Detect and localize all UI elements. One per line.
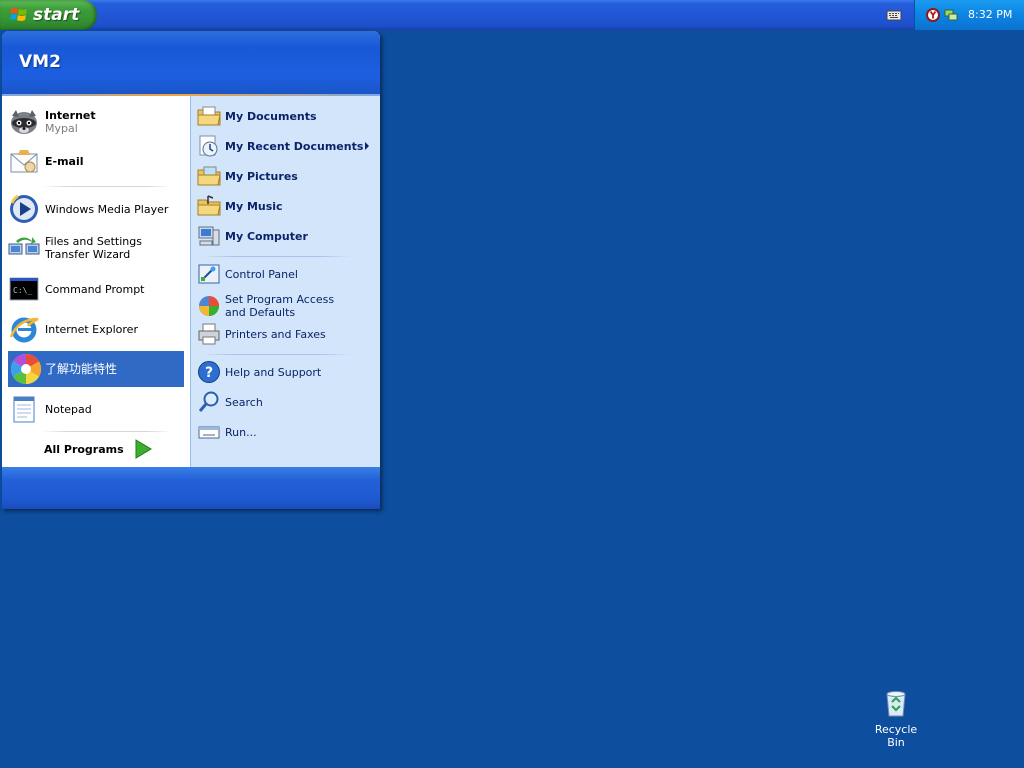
- media-player-label: Windows Media Player: [45, 202, 169, 216]
- recycle-bin[interactable]: Recycle Bin: [866, 688, 926, 749]
- notepad-icon: [13, 396, 35, 423]
- notepad-label: Notepad: [45, 402, 92, 416]
- network-icon[interactable]: [943, 7, 959, 23]
- system-tray: 8:32 PM: [914, 0, 1024, 30]
- start-menu: VM2 Internet Mypal E-mail Windows Media …: [2, 31, 380, 509]
- arrow-right-icon: [135, 439, 152, 459]
- features-tour-label: 了解功能特性: [45, 361, 118, 376]
- left-pane: Internet Mypal E-mail Windows Media Play…: [2, 96, 190, 467]
- run-label: Run...: [225, 425, 257, 439]
- svg-text:?: ?: [205, 365, 213, 381]
- recent-item-media-player[interactable]: Windows Media Player: [8, 192, 184, 226]
- place-my-recent-documents[interactable]: My Recent Documents: [197, 133, 372, 159]
- start-label: start: [33, 5, 80, 25]
- internet-explorer-label: Internet Explorer: [45, 322, 138, 336]
- my-computer-label: My Computer: [225, 229, 308, 243]
- recent-item-internet-explorer[interactable]: Internet Explorer: [8, 312, 184, 346]
- my-documents-label: My Documents: [225, 109, 317, 123]
- program-access-icon: [199, 296, 219, 316]
- place-my-music[interactable]: My Music: [197, 193, 372, 219]
- place-my-pictures[interactable]: My Pictures: [197, 163, 372, 189]
- internet-explorer-icon: [9, 317, 39, 343]
- all-programs-label: All Programs: [44, 442, 124, 456]
- raccoon-browser-icon: [11, 110, 37, 134]
- transfer-wizard-label: Files and Settings Transfer Wizard: [45, 235, 142, 261]
- control-panel-label: Control Panel: [225, 267, 298, 281]
- clock[interactable]: 8:32 PM: [968, 8, 1012, 21]
- my-recent-documents-label: My Recent Documents: [225, 139, 364, 153]
- internet-sublabel: Mypal: [45, 122, 78, 135]
- internet-label: Internet: [45, 109, 96, 122]
- left-separator-bottom: [42, 431, 172, 432]
- search-icon: [198, 391, 219, 412]
- program-access-label: Set Program Access and Defaults: [225, 293, 335, 319]
- run-icon: [198, 426, 220, 439]
- right-separator-2: [202, 354, 352, 355]
- my-computer-icon: [198, 226, 220, 246]
- recent-item-notepad[interactable]: Notepad: [8, 392, 184, 426]
- recycle-bin-icon: [886, 691, 906, 717]
- keyboard-icon[interactable]: [886, 8, 902, 22]
- recent-item-command-prompt[interactable]: C:\_ Command Prompt: [8, 272, 184, 306]
- search-item[interactable]: Search: [197, 389, 372, 415]
- search-label: Search: [225, 395, 263, 409]
- submenu-arrow-icon: [365, 142, 369, 150]
- user-name: VM2: [19, 52, 61, 72]
- antivirus-icon[interactable]: [925, 7, 941, 23]
- settings-program-access[interactable]: Set Program Access and Defaults: [197, 291, 372, 321]
- my-documents-icon: [197, 106, 221, 126]
- left-separator: [42, 186, 172, 187]
- all-programs-button[interactable]: All Programs: [44, 436, 164, 462]
- place-my-computer[interactable]: My Computer: [197, 223, 372, 249]
- pinned-item-internet[interactable]: Internet Mypal: [8, 104, 184, 140]
- place-my-documents[interactable]: My Documents: [197, 103, 372, 129]
- recent-documents-icon: [199, 135, 218, 157]
- settings-printers[interactable]: Printers and Faxes: [197, 321, 372, 347]
- pinned-item-email[interactable]: E-mail: [8, 144, 184, 178]
- printers-label: Printers and Faxes: [225, 327, 326, 341]
- help-and-support[interactable]: ? Help and Support: [197, 359, 372, 385]
- control-panel-icon: [198, 264, 220, 284]
- help-icon: ?: [198, 361, 220, 383]
- svg-text:C:\_: C:\_: [13, 286, 32, 295]
- printers-icon: [198, 323, 220, 345]
- settings-control-panel[interactable]: Control Panel: [197, 261, 372, 287]
- right-separator-1: [202, 256, 352, 257]
- run-item[interactable]: Run...: [197, 419, 372, 445]
- my-pictures-label: My Pictures: [225, 169, 298, 183]
- transfer-wizard-icon: [8, 237, 40, 255]
- taskbar: start 8:32 PM: [0, 0, 1024, 30]
- recycle-bin-label: Recycle Bin: [874, 723, 918, 749]
- media-player-icon: [10, 194, 38, 223]
- email-icon: [10, 150, 38, 173]
- my-music-icon: [197, 195, 221, 216]
- email-label: E-mail: [45, 154, 84, 168]
- command-prompt-label: Command Prompt: [45, 282, 145, 296]
- start-button[interactable]: start: [0, 0, 97, 30]
- start-menu-header: VM2: [2, 31, 380, 95]
- help-label: Help and Support: [225, 365, 322, 379]
- start-menu-footer: [2, 467, 380, 509]
- my-pictures-icon: [197, 166, 221, 186]
- recent-item-features-tour[interactable]: 了解功能特性: [8, 351, 184, 387]
- features-tour-icon: [10, 354, 42, 384]
- windows-logo-icon: [10, 8, 27, 21]
- recent-item-transfer-wizard[interactable]: Files and Settings Transfer Wizard: [8, 230, 184, 266]
- my-music-label: My Music: [225, 199, 283, 213]
- command-prompt-icon: C:\_: [9, 277, 39, 301]
